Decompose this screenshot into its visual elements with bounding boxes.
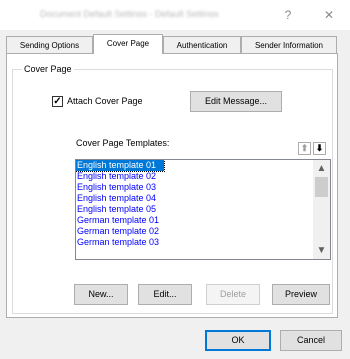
scroll-up-icon[interactable]: ▲	[313, 160, 330, 177]
edit-message-button[interactable]: Edit Message...	[190, 91, 282, 112]
scroll-down-icon[interactable]: ▼	[313, 242, 330, 259]
cover-page-group-label: Cover Page	[22, 64, 74, 74]
preview-template-button[interactable]: Preview	[272, 284, 330, 305]
cover-page-templates-label: Cover Page Templates:	[76, 138, 170, 148]
listbox-scrollbar[interactable]: ▲ ▼	[313, 160, 330, 259]
scroll-thumb[interactable]	[315, 177, 328, 197]
new-template-button[interactable]: New...	[74, 284, 128, 305]
cancel-button[interactable]: Cancel	[280, 330, 342, 351]
attach-cover-page-label[interactable]: Attach Cover Page	[67, 96, 143, 107]
dialog-window: Document Default Settings - Default Sett…	[0, 0, 350, 359]
tab-cover-page[interactable]: Cover Page	[93, 34, 163, 54]
attach-cover-page-checkbox[interactable]: ✓	[52, 96, 63, 107]
window-title: Document Default Settings - Default Sett…	[40, 9, 219, 17]
help-button[interactable]: ?	[277, 6, 299, 24]
delete-template-button[interactable]: Delete	[206, 284, 260, 305]
tab-sender-information[interactable]: Sender Information	[241, 36, 337, 53]
list-item[interactable]: German template 01	[76, 215, 330, 226]
tab-authentication[interactable]: Authentication	[163, 36, 241, 53]
list-item[interactable]: English template 04	[76, 193, 330, 204]
list-item[interactable]: German template 03	[76, 237, 330, 248]
list-item[interactable]: German template 02	[76, 226, 330, 237]
move-down-icon[interactable]: ⬇	[313, 142, 326, 155]
title-bar[interactable]: Document Default Settings - Default Sett…	[0, 0, 350, 30]
ok-button[interactable]: OK	[205, 330, 271, 351]
tab-sending-options[interactable]: Sending Options	[6, 36, 93, 53]
templates-listbox[interactable]: English template 01 English template 02 …	[75, 159, 331, 260]
list-item[interactable]: English template 01	[76, 160, 165, 172]
list-item[interactable]: English template 05	[76, 204, 330, 215]
list-item[interactable]: English template 03	[76, 182, 330, 193]
move-up-icon[interactable]: ⬆	[298, 142, 311, 155]
edit-template-button[interactable]: Edit...	[138, 284, 192, 305]
list-item[interactable]: English template 02	[76, 171, 330, 182]
close-button[interactable]: ✕	[318, 6, 340, 24]
